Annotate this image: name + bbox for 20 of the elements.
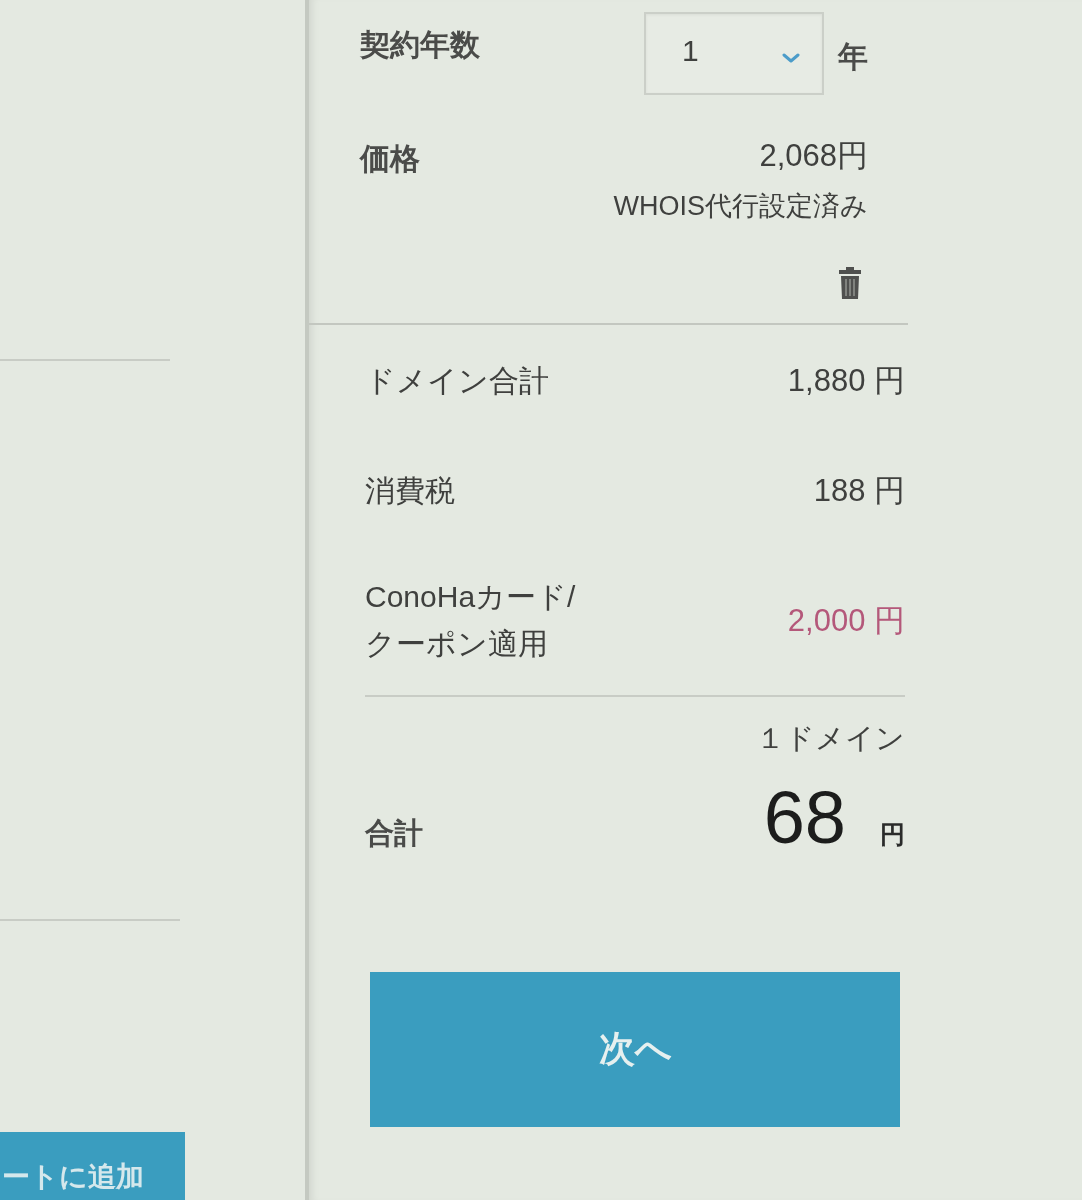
amount-value: 188 円 [813, 474, 905, 506]
price-value: 2,068円 [759, 140, 868, 171]
line-label: ドメイン合計 [365, 362, 549, 399]
amount-value: 1,880 円 [787, 364, 905, 396]
chevron-down-icon [782, 52, 800, 63]
whois-note: WHOIS代行設定済み [613, 193, 868, 220]
term-label: 契約年数 [360, 30, 480, 60]
total-label: 合計 [365, 819, 423, 848]
add-button[interactable]: ートに追加 [0, 1132, 185, 1200]
years-select[interactable]: 1 [644, 12, 824, 95]
trash-icon[interactable] [838, 266, 862, 300]
next-button[interactable]: 次へ [370, 972, 900, 1127]
currency-unit: 円 [880, 822, 905, 847]
line-label: 消費税 [365, 472, 455, 509]
domain-count: １ドメイン [756, 722, 905, 754]
price-label: 価格 [360, 144, 420, 174]
line-label: ConoHaカード/クーポン適用 [365, 579, 577, 662]
discount-value: 2,000 円 [787, 604, 905, 636]
unit-label: 年 [838, 42, 868, 72]
total-value: 68 [763, 781, 846, 855]
